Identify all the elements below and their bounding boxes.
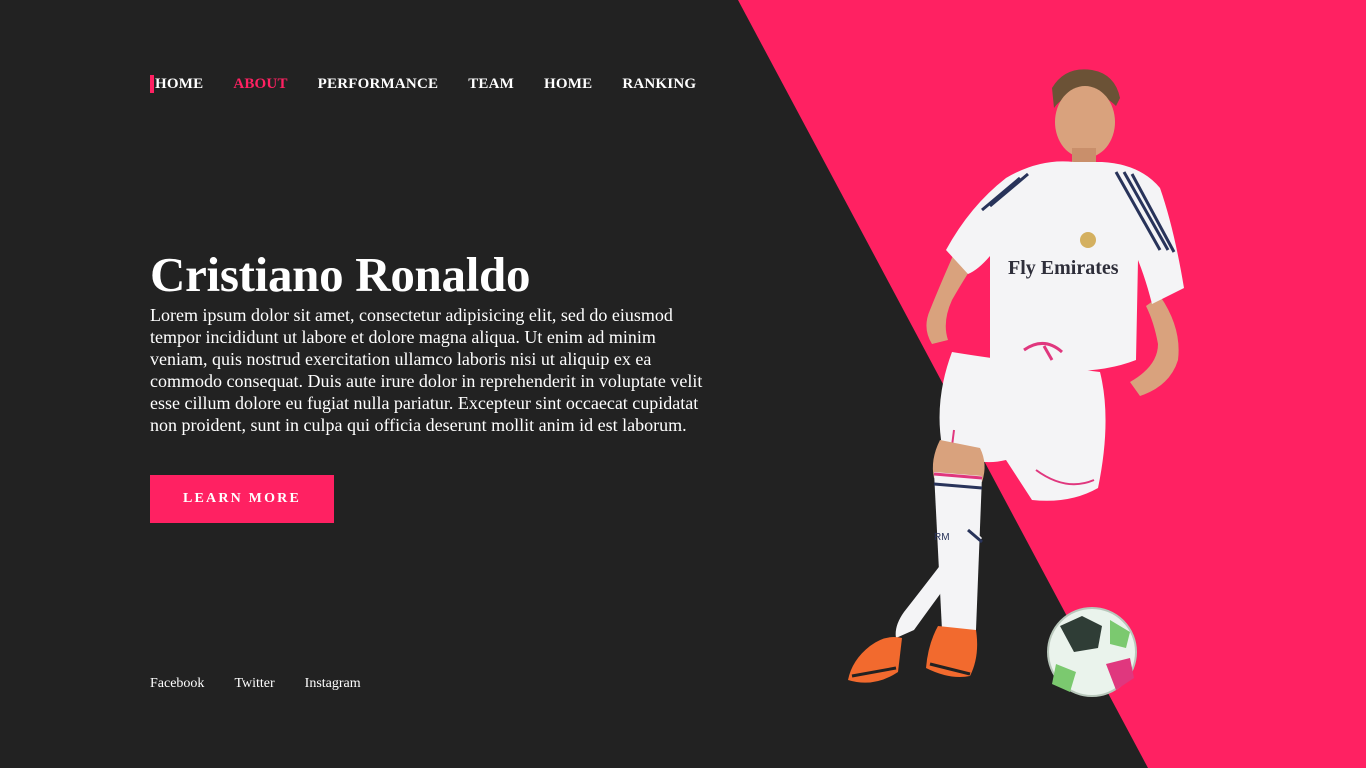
social-links: Facebook Twitter Instagram bbox=[150, 675, 391, 693]
nav-item-home[interactable]: HOME bbox=[150, 74, 203, 94]
nav-item-about[interactable]: ABOUT bbox=[233, 74, 287, 94]
jersey-sponsor-text: Fly Emirates bbox=[1008, 257, 1119, 279]
instagram-link[interactable]: Instagram bbox=[305, 675, 361, 693]
sock-text: RM bbox=[934, 532, 950, 543]
nav-item-performance[interactable]: PERFORMANCE bbox=[318, 74, 439, 94]
nav-item-home-2[interactable]: HOME bbox=[544, 74, 592, 94]
hero-title: Cristiano Ronaldo bbox=[150, 247, 531, 302]
player-image: Fly Emirates RM bbox=[830, 60, 1210, 710]
nav-item-team[interactable]: TEAM bbox=[468, 74, 514, 94]
hero-section: Cristiano Ronaldo Lorem ipsum dolor sit … bbox=[150, 246, 720, 436]
facebook-link[interactable]: Facebook bbox=[150, 675, 204, 693]
twitter-link[interactable]: Twitter bbox=[234, 675, 274, 693]
nav-active-marker bbox=[150, 75, 154, 93]
main-nav: HOME ABOUT PERFORMANCE TEAM HOME RANKING bbox=[150, 74, 726, 94]
hero-description: Lorem ipsum dolor sit amet, consectetur … bbox=[150, 305, 703, 435]
learn-more-button[interactable]: LEARN MORE bbox=[150, 475, 334, 523]
nav-item-ranking[interactable]: RANKING bbox=[622, 74, 696, 94]
